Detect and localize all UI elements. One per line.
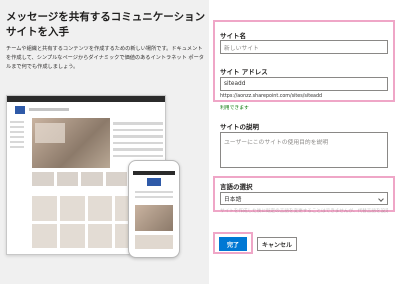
site-address-field[interactable]: siteadd bbox=[220, 77, 388, 91]
site-name-label: サイト名 bbox=[220, 32, 246, 40]
site-logo-icon bbox=[15, 106, 25, 114]
panel-description: チームや組織と共有するコンテンツを作成するための新しい場所です。ドキュメントを作… bbox=[6, 46, 204, 71]
site-description-input[interactable]: ユーザーにこのサイトの使用目的を説明 bbox=[220, 132, 388, 168]
chevron-down-icon bbox=[378, 196, 384, 202]
panel-heading: メッセージを共有するコミュニケーション サイトを入手 bbox=[6, 11, 206, 38]
availability-text: 利用できます bbox=[220, 106, 249, 111]
language-label: 言語の選択 bbox=[220, 183, 253, 191]
create-site-form: サイト名 新しいサイト サイト アドレス siteadd https://aon… bbox=[209, 0, 400, 284]
site-logo-icon bbox=[147, 178, 161, 186]
language-selected-value: 日本語 bbox=[224, 197, 242, 203]
finish-button[interactable]: 完了 bbox=[219, 237, 247, 251]
language-note: サイトを作成した後に既定の言語を変更することはできませんが、代替言語を設定するこ… bbox=[220, 209, 388, 214]
phone-preview-image bbox=[128, 160, 180, 258]
site-address-label: サイト アドレス bbox=[220, 68, 268, 76]
language-select[interactable]: 日本語 bbox=[220, 192, 388, 205]
site-url-text: https://aonzz.sharepoint.com/sites/sitea… bbox=[220, 94, 323, 99]
cancel-button[interactable]: キャンセル bbox=[257, 237, 297, 251]
left-panel: メッセージを共有するコミュニケーション サイトを入手 チームや組織と共有するコン… bbox=[0, 0, 209, 284]
site-description-label: サイトの説明 bbox=[220, 123, 259, 131]
site-name-field[interactable]: 新しいサイト bbox=[220, 40, 388, 54]
